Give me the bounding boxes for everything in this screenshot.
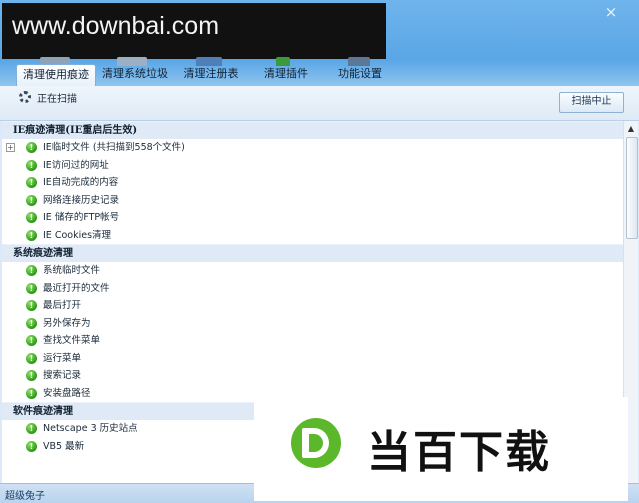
check-circle-icon: ! xyxy=(26,352,37,364)
loading-spinner-icon xyxy=(19,91,31,103)
list-item-label: IE访问过的网址 xyxy=(43,159,109,171)
list-item[interactable]: ! 运行菜单 xyxy=(2,350,623,368)
list-item[interactable]: ! 最后打开 xyxy=(2,297,623,315)
list-item-label: 最后打开 xyxy=(43,300,82,311)
list-item[interactable]: ! 另外保存为 xyxy=(2,315,623,333)
watermark-banner: www.downbai.com xyxy=(2,3,386,59)
check-circle-icon: ! xyxy=(26,194,37,206)
check-circle-icon: ! xyxy=(26,387,37,399)
check-circle-icon: ! xyxy=(26,212,37,223)
watermark-text: 当百下载 xyxy=(367,427,551,478)
list-item-label: 安装盘路径 xyxy=(43,387,91,399)
check-circle-icon: ! xyxy=(26,423,37,434)
status-bar-text: 超级兔子 xyxy=(5,491,45,502)
scan-toolbar: 正在扫描 扫描中止 xyxy=(0,86,639,121)
plus-box-icon[interactable]: + xyxy=(6,143,15,152)
check-circle-icon: ! xyxy=(26,370,37,381)
scroll-up-icon[interactable]: ▲ xyxy=(625,123,637,134)
list-item-label: VB5 最新 xyxy=(43,440,85,452)
list-item[interactable]: ! IE Cookies清理 xyxy=(2,227,623,245)
brand-logo-letter xyxy=(302,428,329,458)
list-item[interactable]: ! IE访问过的网址 xyxy=(2,157,623,175)
brand-logo-icon xyxy=(291,418,341,468)
section-header: 系统痕迹清理 xyxy=(2,244,623,262)
watermark-overlay: 当百下载 xyxy=(254,397,628,501)
tab-clean-plugins[interactable]: 清理插件 xyxy=(258,64,314,86)
list-item[interactable]: ! IE 储存的FTP帐号 xyxy=(2,209,623,227)
list-item[interactable]: ! 搜索记录 xyxy=(2,367,623,385)
list-item-label: 网络连接历史记录 xyxy=(43,194,120,206)
check-circle-icon: ! xyxy=(26,177,37,188)
list-item-label: IE临时文件 (共扫描到558个文件) xyxy=(43,142,185,153)
list-item[interactable]: ! 系统临时文件 xyxy=(2,262,623,280)
list-item[interactable]: + ! IE临时文件 (共扫描到558个文件) xyxy=(2,139,623,157)
list-item-label: Netscape 3 历史站点 xyxy=(43,423,138,434)
check-circle-icon: ! xyxy=(26,229,37,241)
list-item[interactable]: ! 网络连接历史记录 xyxy=(2,192,623,210)
list-item-label: IE自动完成的内容 xyxy=(43,177,119,188)
list-item[interactable]: ! 最近打开的文件 xyxy=(2,280,623,298)
list-item-label: IE Cookies清理 xyxy=(43,229,112,241)
check-circle-icon: ! xyxy=(26,317,37,329)
tab-clean-traces[interactable]: 清理使用痕迹 xyxy=(16,64,96,87)
list-item-label: 另外保存为 xyxy=(43,317,91,329)
list-item[interactable]: ! IE自动完成的内容 xyxy=(2,174,623,192)
check-circle-icon: ! xyxy=(26,142,37,153)
list-item-label: 最近打开的文件 xyxy=(43,282,110,294)
tab-clean-junk[interactable]: 清理系统垃圾 xyxy=(96,64,174,86)
check-circle-icon: ! xyxy=(26,159,37,171)
check-circle-icon: ! xyxy=(26,300,37,311)
scan-status: 正在扫描 xyxy=(37,94,77,105)
list-item-label: 运行菜单 xyxy=(43,352,82,364)
list-item[interactable]: ! 查找文件菜单 xyxy=(2,332,623,350)
check-circle-icon: ! xyxy=(26,440,37,452)
tab-settings[interactable]: 功能设置 xyxy=(332,64,388,86)
scroll-thumb[interactable] xyxy=(626,137,638,239)
list-item-label: 查找文件菜单 xyxy=(43,335,101,346)
check-circle-icon: ! xyxy=(26,335,37,346)
list-item-label: 系统临时文件 xyxy=(43,265,101,276)
section-header: IE痕迹清理(IE重启后生效) xyxy=(2,121,623,139)
check-circle-icon: ! xyxy=(26,265,37,276)
tab-clean-registry[interactable]: 清理注册表 xyxy=(178,64,244,86)
close-icon[interactable]: × xyxy=(603,4,619,20)
list-item-label: IE 储存的FTP帐号 xyxy=(43,212,120,223)
stop-scan-button[interactable]: 扫描中止 xyxy=(559,92,624,113)
check-circle-icon: ! xyxy=(26,282,37,294)
list-item-label: 搜索记录 xyxy=(43,370,82,381)
